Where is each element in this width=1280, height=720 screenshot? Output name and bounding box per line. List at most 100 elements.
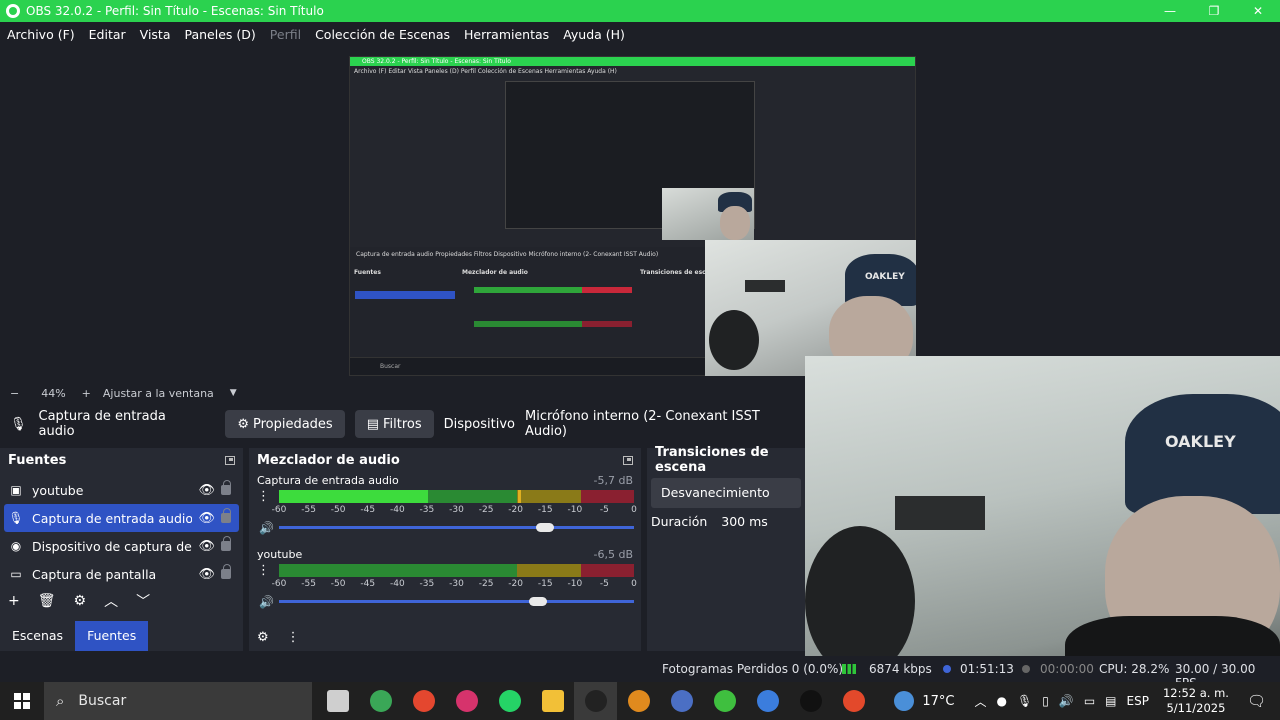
menu-archivo[interactable]: Archivo (F)	[0, 27, 82, 42]
menu-paneles[interactable]: Paneles (D)	[178, 27, 263, 42]
app-cap-icon[interactable]	[746, 682, 789, 720]
channel-menu-icon[interactable]: ⋮	[257, 564, 270, 577]
task-view-icon[interactable]	[316, 682, 359, 720]
file-explorer-icon[interactable]	[531, 682, 574, 720]
move-down-button[interactable]: ﹀	[136, 591, 150, 611]
tick-label: -10	[567, 505, 583, 515]
tick-label: -20	[508, 579, 524, 589]
source-item-audio-input[interactable]: 🎙 Captura de entrada audio 👁	[4, 504, 239, 532]
app-orange-icon[interactable]	[617, 682, 660, 720]
undock-icon[interactable]	[623, 455, 633, 465]
source-item-screen-capture[interactable]: ▭ Captura de pantalla 👁	[4, 560, 239, 588]
slider-knob[interactable]	[536, 523, 555, 532]
undock-icon[interactable]	[225, 455, 235, 465]
zoom-dropdown-icon[interactable]: ▼	[230, 388, 237, 398]
add-source-button[interactable]: +	[8, 593, 20, 609]
volume-slider[interactable]: 🔊	[259, 594, 639, 610]
mixer-toolbar: ⚙ ⋮	[257, 630, 300, 645]
minimize-button[interactable]: —	[1148, 0, 1192, 22]
zoom-out-button[interactable]: −	[10, 387, 19, 400]
status-bar: Fotogramas Perdidos 0 (0.0%) 6874 kbps 0…	[0, 656, 1280, 690]
zoom-in-button[interactable]: +	[82, 387, 91, 400]
network-icon[interactable]: ▤	[1105, 694, 1116, 708]
maximize-button[interactable]: ❐	[1192, 0, 1236, 22]
lock-icon[interactable]	[221, 536, 231, 551]
menu-perfil[interactable]: Perfil	[263, 27, 308, 42]
tiktok-icon[interactable]	[789, 682, 832, 720]
eye-icon[interactable]: 👁	[198, 567, 215, 582]
source-item-youtube[interactable]: ▣ youtube 👁	[4, 476, 239, 504]
filter-icon: ▤	[366, 416, 379, 432]
brave-icon[interactable]	[832, 682, 875, 720]
mixer-menu-icon[interactable]: ⋮	[287, 630, 300, 645]
slider-knob[interactable]	[529, 597, 548, 606]
volume-icon[interactable]: 🔊	[1059, 694, 1074, 708]
obs-icon[interactable]	[574, 682, 617, 720]
app-blue-icon[interactable]	[660, 682, 703, 720]
menu-editar[interactable]: Editar	[82, 27, 133, 42]
clock[interactable]: 12:52 a. m. 5/11/2025	[1163, 686, 1229, 716]
whatsapp-icon[interactable]	[488, 682, 531, 720]
tab-scenes[interactable]: Escenas	[0, 621, 75, 651]
stream-dot-icon	[1022, 665, 1030, 673]
meter-level	[279, 490, 429, 503]
lock-icon[interactable]	[221, 508, 231, 523]
device-select[interactable]: Micrófono interno (2- Conexant ISST Audi…	[525, 409, 805, 439]
remove-source-button[interactable]: 🗑	[38, 593, 56, 609]
source-settings-button[interactable]: ⚙	[74, 593, 87, 609]
menu-ayuda[interactable]: Ayuda (H)	[556, 27, 632, 42]
chrome-alt-icon[interactable]	[402, 682, 445, 720]
tray-app-icon[interactable]: ●	[997, 694, 1007, 708]
fit-window-label[interactable]: Ajustar a la ventana	[103, 387, 214, 400]
advanced-audio-icon[interactable]: ⚙	[257, 630, 269, 645]
weather-temp[interactable]: 17°C	[922, 694, 954, 709]
eye-icon[interactable]: 👁	[198, 483, 215, 498]
tray-mic-icon[interactable]: 🎙	[1017, 694, 1032, 708]
meter-zone	[580, 564, 634, 577]
slider-track[interactable]	[279, 526, 634, 529]
instagram-icon[interactable]	[445, 682, 488, 720]
language-indicator[interactable]: ESP	[1127, 694, 1149, 708]
menu-herramientas[interactable]: Herramientas	[457, 27, 556, 42]
filters-button[interactable]: ▤ Filtros	[354, 410, 434, 438]
move-up-button[interactable]: ︿	[104, 591, 118, 611]
whatsapp-icon-glyph	[498, 690, 521, 712]
rec-dot-icon	[943, 665, 951, 673]
tick-label: -35	[419, 505, 435, 515]
zoom-bar: − 44% + Ajustar a la ventana ▼	[0, 384, 805, 402]
properties-label: Propiedades	[252, 416, 333, 432]
volume-slider[interactable]: 🔊	[259, 520, 639, 536]
start-button[interactable]	[0, 682, 44, 720]
lock-icon[interactable]	[221, 480, 231, 495]
nested-mixer-title: Mezclador de audio	[462, 269, 528, 276]
chevron-up-icon[interactable]: ︿	[975, 693, 987, 710]
eye-icon[interactable]: 👁	[198, 511, 215, 526]
notification-icon[interactable]: 🗨	[1247, 692, 1266, 710]
nested-selected-source	[355, 291, 455, 299]
audio-mixer-dock: Mezclador de audio Captura de entrada au…	[249, 448, 641, 651]
properties-button[interactable]: ⚙ Propiedades	[225, 410, 345, 438]
transition-select[interactable]: Desvanecimiento	[651, 478, 801, 508]
preview-canvas[interactable]: OBS 32.0.2 - Perfil: Sin Título - Escena…	[0, 46, 1280, 712]
menu-vista[interactable]: Vista	[133, 27, 178, 42]
eye-icon[interactable]: 👁	[198, 539, 215, 554]
tick-label: -5	[599, 505, 609, 515]
menu-coleccion[interactable]: Colección de Escenas	[308, 27, 457, 42]
speaker-icon[interactable]: 🔊	[259, 521, 274, 535]
tray-usb-icon[interactable]: ▯	[1042, 694, 1049, 708]
filters-label: Filtros	[383, 416, 422, 432]
app-green-icon[interactable]	[703, 682, 746, 720]
tick-label: 0	[631, 579, 637, 589]
chrome-icon[interactable]	[359, 682, 402, 720]
channel-menu-icon[interactable]: ⋮	[257, 490, 270, 503]
duration-input[interactable]: 300 ms	[721, 514, 768, 529]
tab-sources[interactable]: Fuentes	[75, 621, 149, 651]
taskbar-search[interactable]: ⌕ Buscar	[44, 682, 312, 720]
close-button[interactable]: ✕	[1236, 0, 1280, 22]
source-item-video-capture[interactable]: ◉ Dispositivo de captura de vídeo 👁	[4, 532, 239, 560]
chrome-icon-glyph	[369, 690, 392, 712]
speaker-icon[interactable]: 🔊	[259, 595, 274, 609]
battery-icon[interactable]: ▭	[1084, 694, 1095, 708]
lock-icon[interactable]	[221, 564, 231, 579]
slider-track[interactable]	[279, 600, 634, 603]
